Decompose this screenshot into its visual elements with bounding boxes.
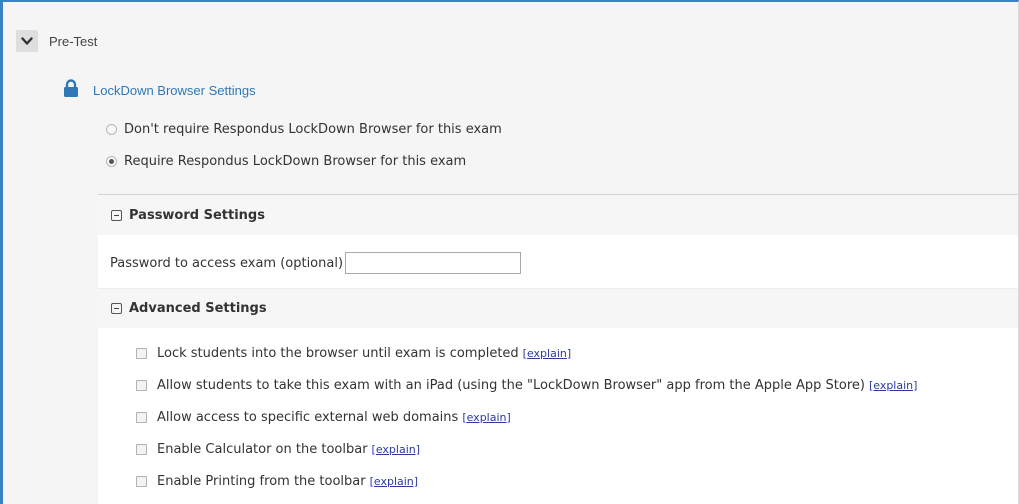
lock-icon — [63, 79, 79, 101]
require-ldb-option[interactable]: Require Respondus LockDown Browser for t… — [106, 154, 466, 169]
option-printing: Enable Printing from the toolbar [explai… — [136, 465, 917, 497]
dont-require-ldb-radio[interactable] — [106, 124, 117, 135]
lockdown-settings-title[interactable]: LockDown Browser Settings — [93, 83, 256, 98]
explain-link[interactable]: [explain] — [462, 411, 510, 424]
dont-require-ldb-label: Don't require Respondus LockDown Browser… — [124, 122, 502, 137]
password-input[interactable] — [345, 252, 522, 274]
option-label: Allow students to take this exam with an… — [157, 377, 865, 393]
advanced-options-list: Lock students into the browser until exa… — [136, 337, 917, 497]
option-calculator: Enable Calculator on the toolbar [explai… — [136, 433, 917, 465]
printing-checkbox[interactable] — [136, 475, 147, 487]
option-lock-students: Lock students into the browser until exa… — [136, 337, 917, 369]
option-external-domains: Allow access to specific external web do… — [136, 401, 917, 433]
settings-panel: Password Settings Password to access exa… — [98, 194, 1018, 504]
option-label: Enable Printing from the toolbar — [157, 473, 366, 489]
password-settings-header[interactable]: Password Settings — [98, 195, 1018, 235]
ipad-checkbox[interactable] — [136, 379, 147, 391]
external-domains-checkbox[interactable] — [136, 411, 147, 423]
password-row: Password to access exam (optional) — [110, 252, 522, 274]
exam-title: Pre-Test — [49, 33, 98, 49]
explain-link[interactable]: [explain] — [523, 347, 571, 360]
explain-link[interactable]: [explain] — [372, 443, 420, 456]
require-ldb-radio[interactable] — [106, 156, 117, 167]
option-label: Enable Calculator on the toolbar — [157, 441, 368, 457]
chevron-down-icon[interactable] — [16, 30, 38, 52]
exam-settings-frame: Pre-Test LockDown Browser Settings Don't… — [0, 0, 1019, 504]
explain-link[interactable]: [explain] — [370, 475, 418, 488]
advanced-settings-header[interactable]: Advanced Settings — [98, 288, 1018, 328]
collapse-minus-icon[interactable] — [111, 209, 122, 221]
lockdown-settings-header: LockDown Browser Settings — [63, 79, 256, 101]
exam-header: Pre-Test — [16, 30, 97, 52]
advanced-settings-title: Advanced Settings — [129, 301, 267, 316]
collapse-minus-icon[interactable] — [111, 303, 122, 314]
calculator-checkbox[interactable] — [136, 443, 147, 455]
lock-students-checkbox[interactable] — [136, 347, 147, 359]
require-ldb-label: Require Respondus LockDown Browser for t… — [124, 154, 467, 169]
option-ipad: Allow students to take this exam with an… — [136, 369, 917, 401]
explain-link[interactable]: [explain] — [869, 379, 917, 392]
option-label: Lock students into the browser until exa… — [157, 345, 519, 361]
dont-require-ldb-option[interactable]: Don't require Respondus LockDown Browser… — [106, 122, 502, 137]
option-label: Allow access to specific external web do… — [157, 409, 459, 425]
password-field-label: Password to access exam (optional) — [110, 255, 344, 271]
password-settings-title: Password Settings — [129, 207, 265, 223]
